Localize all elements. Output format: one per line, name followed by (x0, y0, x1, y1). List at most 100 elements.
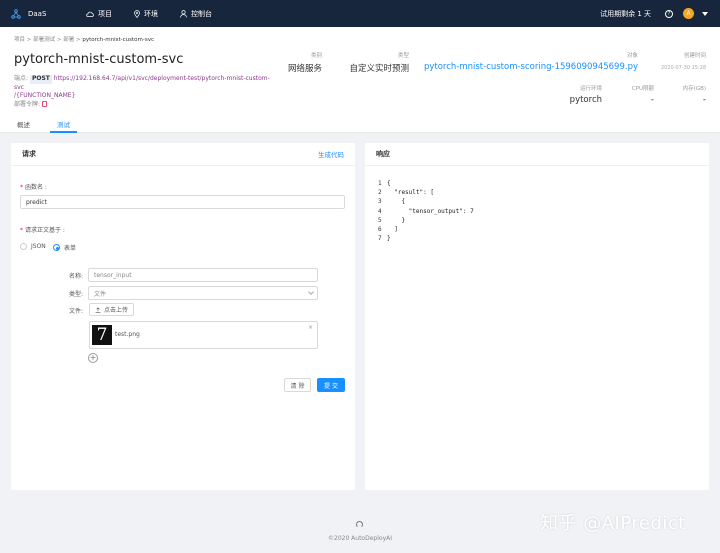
caret-down-icon[interactable] (702, 11, 708, 16)
help-icon[interactable]: ? (665, 9, 673, 18)
meta-object-label: 对象 (626, 53, 638, 59)
tabs-bar: 概述 测试 (0, 117, 720, 133)
endpoint-info: 端点: POST https://192.168.64.7/api/v1/svc… (14, 75, 274, 101)
breadcrumb-item-current: pytorch-mnist-custom-svc (82, 37, 155, 43)
meta-type-value: 自定义实时预测 (349, 64, 409, 74)
code-line: 1{ (378, 179, 474, 188)
radio-circle-selected (53, 244, 60, 251)
meta-category-label: 类别 (310, 53, 322, 59)
response-panel: 响应 1{2 "result": [3 {4 "tensor_output": … (365, 143, 709, 490)
radio-circle (20, 243, 27, 250)
code-text: ] (387, 226, 398, 234)
line-number: 6 (378, 226, 382, 234)
nav-item-projects[interactable]: 项目 (86, 9, 112, 19)
deploy-token: 部署令牌: (14, 99, 48, 108)
endpoint-url-suffix: /{FUNCTION_NAME} (14, 92, 76, 99)
meta-object-link[interactable]: pytorch-mnist-custom-scoring-15960909456… (420, 62, 638, 72)
radio-form[interactable]: 表单 (53, 243, 76, 252)
form-type-select[interactable]: 文件 (88, 286, 318, 300)
line-number: 2 (378, 189, 382, 197)
top-right-area: 试用期剩余 1 天 ? A (600, 8, 708, 19)
daas-logo-icon (11, 8, 21, 19)
code-line: 3 { (378, 197, 474, 206)
meta-cpu-label: CPU限额 (631, 86, 654, 92)
request-panel-header: 请求 生成代码 (11, 143, 355, 166)
response-code-block: 1{2 "result": [3 {4 "tensor_output": 75 … (378, 179, 474, 243)
form-name-label: 名称: (69, 273, 84, 280)
code-line: 6 ] (378, 225, 474, 234)
file-name: test.png (115, 331, 140, 338)
tab-overview[interactable]: 概述 (17, 119, 30, 129)
request-body-label: * 请求正文基于 : (20, 227, 65, 234)
nav-item-environments[interactable]: 环境 (134, 9, 158, 19)
meta-memory-label: 内存(GB) (682, 86, 706, 92)
file-thumbnail: 7 (92, 325, 112, 345)
breadcrumb-item-deployments[interactable]: 部署 (63, 37, 74, 43)
active-tab-indicator (50, 131, 77, 133)
breadcrumb: 项目 > 部署测试 > 部署 > pytorch-mnist-custom-sv… (14, 35, 154, 43)
github-icon[interactable] (356, 521, 363, 528)
main-nav: 项目 环境 控制台 (86, 9, 234, 19)
avatar[interactable]: A (683, 8, 694, 19)
app-name: DaaS (28, 9, 47, 18)
page-title: pytorch-mnist-custom-svc (14, 52, 184, 67)
code-line: 2 "result": [ (378, 188, 474, 197)
meta-runtime-label: 运行环境 (579, 86, 602, 92)
meta-type-label: 类型 (397, 53, 409, 59)
chevron-down-icon (308, 289, 314, 295)
line-number: 1 (378, 180, 382, 187)
uploaded-file-card: 7 test.png × (89, 321, 318, 349)
code-text: } (387, 235, 391, 243)
radio-json[interactable]: JSON (20, 243, 46, 250)
function-name-label: * 函数名 : (20, 184, 47, 191)
line-number: 4 (378, 207, 382, 215)
nav-label-environments: 环境 (144, 9, 158, 18)
add-field-icon[interactable]: + (88, 353, 98, 363)
upload-button-label: 点击上传 (104, 307, 129, 314)
request-panel: 请求 生成代码 * 函数名 : predict * 请求正文基于 : JSON 表单… (11, 143, 355, 490)
trial-remaining-text: 试用期剩余 1 天 (600, 9, 651, 18)
nav-label-console: 控制台 (191, 9, 212, 18)
meta-created-label: 创建时间 (683, 53, 706, 59)
response-panel-title: 响应 (376, 150, 390, 158)
form-type-value: 文件 (94, 290, 107, 298)
remove-file-icon[interactable]: × (308, 324, 313, 331)
line-number: 7 (378, 235, 382, 243)
top-navbar: DaaS 项目 环境 控制台 试用期剩余 1 天 ? A (0, 0, 720, 27)
code-line: 4 "tensor_output": 7 (378, 207, 474, 216)
tab-test[interactable]: 测试 (57, 119, 70, 129)
endpoint-url[interactable]: https://192.168.64.7/api/v1/svc/deployme… (14, 75, 270, 91)
upload-button[interactable]: 点击上传 (89, 303, 135, 316)
meta-memory-value: - (702, 95, 706, 105)
nav-label-projects: 项目 (98, 9, 112, 18)
http-method-badge: POST (29, 75, 52, 84)
form-file-label: 文件: (69, 308, 84, 315)
code-text: "tensor_output": 7 (387, 207, 474, 215)
function-name-input[interactable]: predict (20, 195, 345, 209)
breadcrumb-item-project[interactable]: 部署测试 (33, 37, 55, 43)
meta-category-value: 网络服务 (287, 64, 322, 74)
line-number: 3 (378, 198, 382, 206)
code-line: 5 } (378, 216, 474, 225)
code-line: 7} (378, 234, 474, 243)
code-text: } (387, 216, 406, 224)
request-panel-title: 请求 (22, 150, 36, 158)
user-icon (180, 9, 187, 18)
upload-icon (95, 306, 101, 313)
watermark-text: 知乎 @AIPredict (540, 513, 686, 534)
breadcrumb-item-projects[interactable]: 项目 (14, 37, 25, 43)
cloud-icon (86, 11, 94, 17)
form-name-input[interactable]: tensor_input (88, 268, 318, 282)
logo[interactable]: DaaS (11, 8, 86, 19)
generate-code-link[interactable]: 生成代码 (318, 149, 344, 159)
deploy-token-label: 部署令牌: (14, 101, 41, 108)
form-type-label: 类型: (69, 291, 84, 298)
nav-item-console[interactable]: 控制台 (180, 9, 212, 19)
footer-copyright: ©2020 AutoDeployAI (328, 535, 392, 542)
code-text: "result": [ (387, 189, 434, 197)
submit-button[interactable]: 提 交 (317, 378, 345, 392)
meta-cpu-value: - (650, 95, 654, 105)
clear-button[interactable]: 清 除 (284, 378, 311, 392)
location-icon (134, 9, 140, 18)
copy-icon[interactable] (42, 100, 48, 107)
